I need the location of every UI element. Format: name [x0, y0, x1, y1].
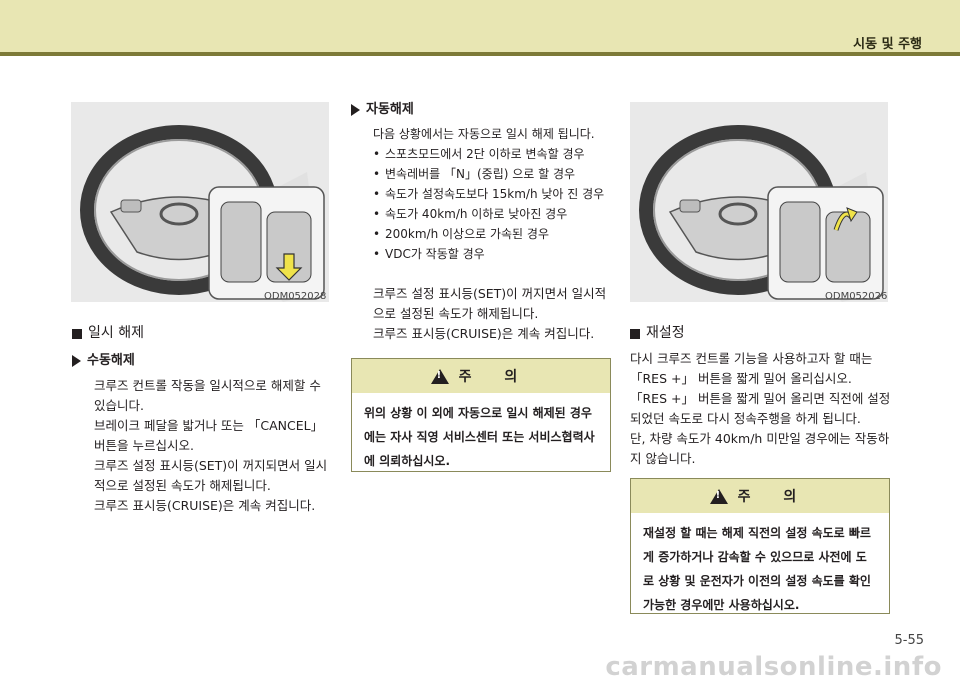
- steering-wheel-figure-cancel: [71, 102, 329, 302]
- paragraph: 브레이크 페달을 밟거나 또는 「CANCEL」 버튼을 누르십시오.: [94, 418, 324, 453]
- paragraph: 단, 차량 속도가 40km/h 미만일 경우에는 작동하지 않습니다.: [630, 431, 890, 466]
- manual-release-text: 크루즈 컨트롤 작동을 일시적으로 해제할 수 있습니다. 브레이크 페달을 밟…: [72, 376, 332, 516]
- paragraph: 크루즈 설정 표시등(SET)이 꺼지면서 일시적으로 설정된 속도가 해제됩니…: [373, 286, 607, 321]
- square-bullet-icon: [72, 328, 82, 339]
- right-column: 재설정 다시 크루즈 컨트롤 기능을 사용하고자 할 때는 「RES +」 버튼…: [630, 324, 892, 469]
- figure-caption-right: ODM052026: [825, 291, 888, 302]
- header-rule: [0, 52, 960, 56]
- paragraph: 크루즈 표시등(CRUISE)은 계속 켜집니다.: [373, 326, 595, 341]
- triangle-bullet-icon: [72, 354, 81, 367]
- list-item: 스포츠모드에서 2단 이하로 변속할 경우: [373, 144, 611, 164]
- steering-wheel-illustration: [80, 125, 325, 302]
- section-title-pause: 일시 해제: [72, 324, 332, 343]
- warning-triangle-icon: [709, 488, 728, 504]
- page-number: 5-55: [894, 633, 924, 648]
- caution-text: 위의 상황 이 외에 자동으로 일시 해제된 경우에는 자사 직영 서비스센터 …: [364, 406, 595, 468]
- left-column: 일시 해제 수동해제 크루즈 컨트롤 작동을 일시적으로 해제할 수 있습니다.…: [72, 324, 332, 516]
- list-item: 200km/h 이상으로 가속된 경우: [373, 224, 611, 244]
- steering-wheel-illustration: [639, 125, 884, 302]
- steering-wheel-figure-resume: [630, 102, 888, 302]
- triangle-bullet-icon: [351, 103, 360, 116]
- list-item: 속도가 40km/h 이하로 낮아진 경우: [373, 204, 611, 224]
- caution-box-right: 주 의 재설정 할 때는 해제 직전의 설정 속도로 빠르게 증가하거나 감속할…: [630, 478, 890, 614]
- caution-header: 주 의: [631, 479, 889, 513]
- subsection-title-manual: 수동해제: [72, 351, 332, 370]
- paragraph: 다시 크루즈 컨트롤 기능을 사용하고자 할 때는 「RES +」 버튼을 짧게…: [630, 351, 873, 386]
- auto-release-conditions: 스포츠모드에서 2단 이하로 변속할 경우 변속레버를 「N」(중립) 으로 할…: [351, 144, 611, 264]
- caution-box-middle: 주 의 위의 상황 이 외에 자동으로 일시 해제된 경우에는 자사 직영 서비…: [351, 358, 611, 472]
- paragraph: 「RES +」 버튼을 짧게 밀어 올리면 직전에 설정되었던 속도로 다시 정…: [630, 391, 891, 426]
- caution-header: 주 의: [352, 359, 610, 393]
- section-title-resume: 재설정: [630, 324, 892, 343]
- header-band: [0, 0, 960, 52]
- paragraph: 크루즈 컨트롤 작동을 일시적으로 해제할 수 있습니다.: [94, 378, 321, 413]
- list-item: VDC가 작동할 경우: [373, 244, 611, 264]
- watermark: carmanualsonline.info: [605, 652, 942, 682]
- square-bullet-icon: [630, 328, 640, 339]
- chapter-title: 시동 및 주행: [853, 37, 922, 52]
- figure-caption-left: ODM052028: [264, 291, 327, 302]
- resume-text: 다시 크루즈 컨트롤 기능을 사용하고자 할 때는 「RES +」 버튼을 짧게…: [630, 349, 892, 469]
- list-item: 속도가 설정속도보다 15km/h 낮아 진 경우: [373, 184, 611, 204]
- warning-triangle-icon: [430, 368, 449, 384]
- auto-release-intro: 다음 상황에서는 자동으로 일시 해제 됩니다.: [373, 127, 595, 141]
- paragraph: 크루즈 설정 표시등(SET)이 꺼지되면서 일시적으로 설정된 속도가 해제됩…: [94, 458, 328, 493]
- auto-release-text: 크루즈 설정 표시등(SET)이 꺼지면서 일시적으로 설정된 속도가 해제됩니…: [351, 284, 611, 344]
- subsection-title-auto: 자동해제: [351, 100, 611, 119]
- middle-column: 자동해제 다음 상황에서는 자동으로 일시 해제 됩니다. 스포츠모드에서 2단…: [351, 100, 611, 344]
- paragraph: 크루즈 표시등(CRUISE)은 계속 켜집니다.: [94, 498, 316, 513]
- caution-text: 재설정 할 때는 해제 직전의 설정 속도로 빠르게 증가하거나 감속할 수 있…: [643, 526, 871, 612]
- list-item: 변속레버를 「N」(중립) 으로 할 경우: [373, 164, 611, 184]
